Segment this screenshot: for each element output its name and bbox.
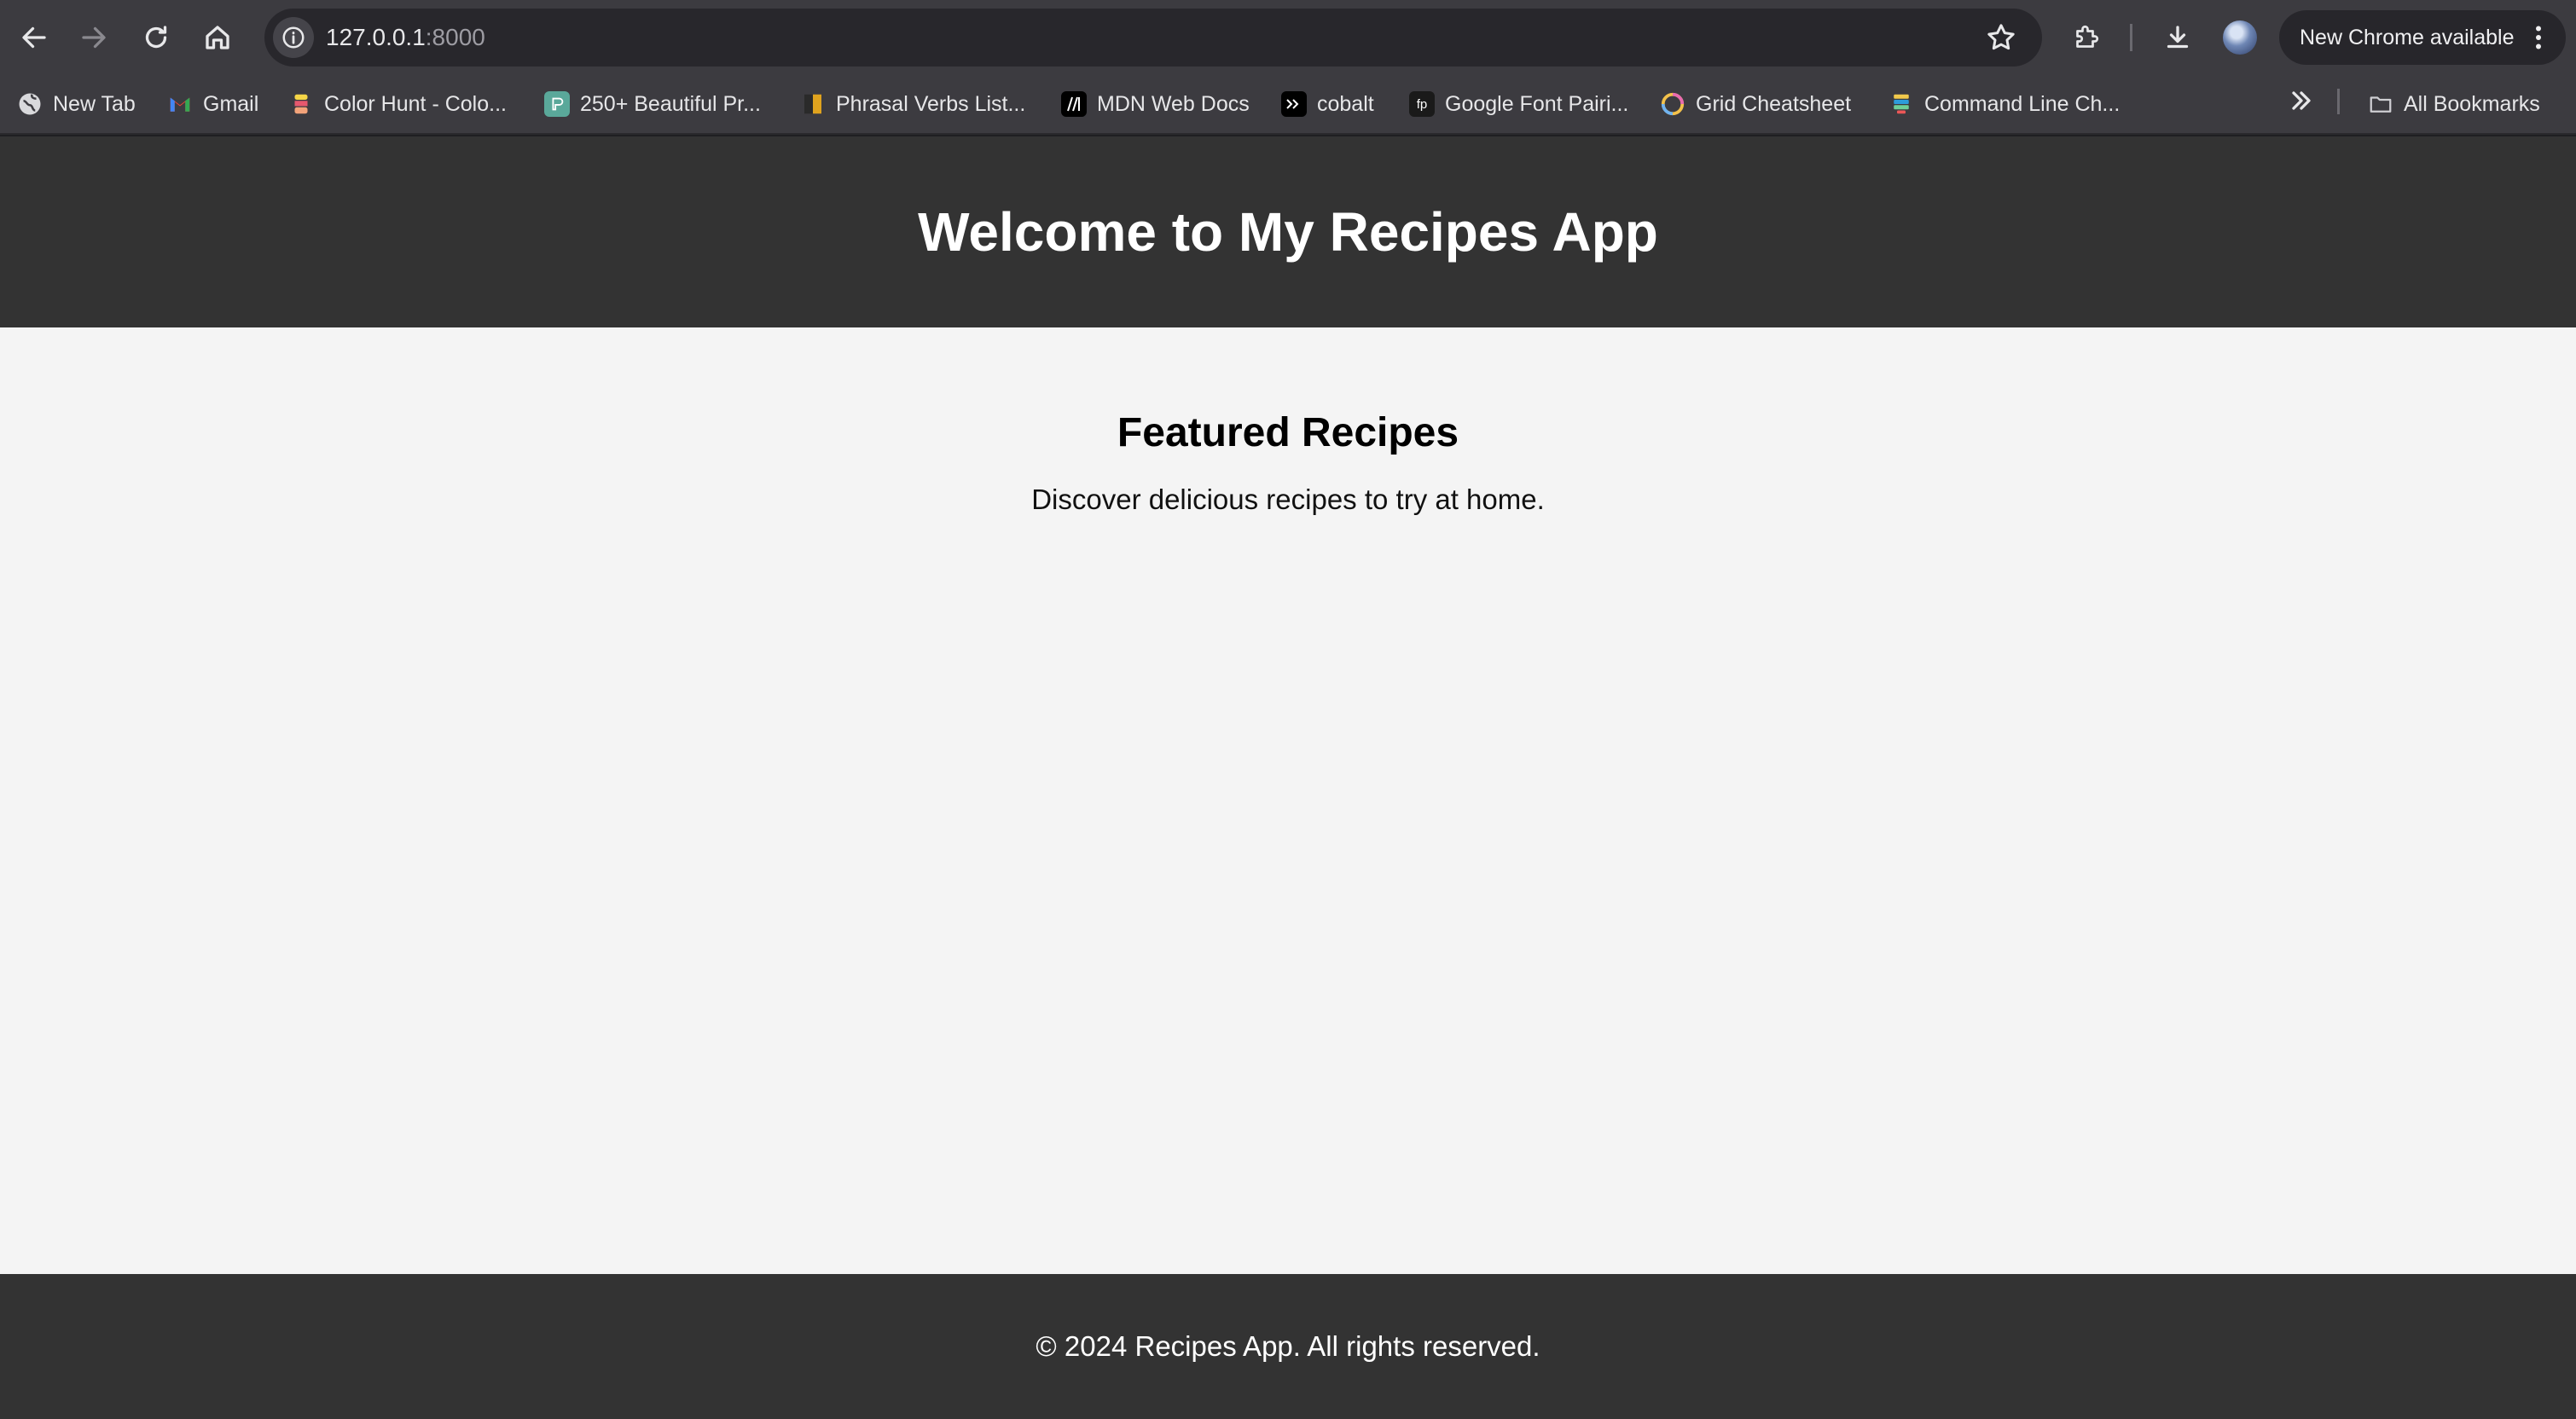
site-header: Welcome to My Recipes App: [0, 136, 2576, 327]
avatar[interactable]: [2223, 20, 2257, 55]
url-host: 127.0.0.1: [326, 24, 426, 50]
featured-description: Discover delicious recipes to try at hom…: [1031, 484, 1545, 515]
featured-section: Featured Recipes Discover delicious reci…: [0, 409, 2576, 516]
bookmark-cobalt[interactable]: cobalt: [1281, 89, 1374, 119]
fontpair-icon: fp: [1409, 91, 1435, 117]
mdn-icon: [1061, 91, 1087, 117]
extensions-button[interactable]: [2066, 17, 2107, 58]
info-icon: [282, 26, 305, 49]
bookmark-gmail[interactable]: Gmail: [167, 89, 258, 119]
arrow-left-icon: [22, 26, 46, 49]
bookmark-label: 250+ Beautiful Pr...: [580, 91, 761, 116]
forward-button[interactable]: [70, 14, 118, 61]
arrow-right-icon: [82, 26, 106, 49]
featured-heading: Featured Recipes: [1117, 410, 1459, 455]
page-viewport: Welcome to My Recipes App Featured Recip…: [0, 136, 2576, 1419]
reload-button[interactable]: [132, 14, 180, 61]
bookmark-label: Color Hunt - Colo...: [324, 91, 507, 116]
bookmark-label: MDN Web Docs: [1097, 91, 1250, 116]
toolbar-divider: [2130, 24, 2132, 51]
bookmark-label: Grid Cheatsheet: [1696, 91, 1852, 116]
palette-icon: [544, 91, 570, 117]
folder-icon: [2368, 91, 2393, 117]
all-bookmarks-button[interactable]: All Bookmarks: [2368, 89, 2540, 119]
browser-toolbar: 127.0.0.1:8000 New Chrome available: [0, 0, 2576, 75]
downloads-button[interactable]: [2157, 17, 2198, 58]
bookmark-250-beautiful[interactable]: 250+ Beautiful Pr...: [544, 89, 761, 119]
bookmark-color-hunt[interactable]: Color Hunt - Colo...: [288, 89, 507, 119]
home-button[interactable]: [194, 14, 241, 61]
page-title: Welcome to My Recipes App: [918, 201, 1658, 263]
gmail-icon: [167, 91, 193, 117]
colorhunt-icon: [288, 91, 314, 117]
new-chrome-available-button[interactable]: New Chrome available: [2279, 10, 2566, 65]
bookmark-label: Google Font Pairi...: [1445, 91, 1629, 116]
bookmark-label: New Tab: [53, 91, 136, 116]
reload-icon: [145, 26, 167, 49]
star-icon[interactable]: [1984, 20, 2018, 55]
bookmark-label: Command Line Ch...: [1924, 91, 2121, 116]
download-icon: [2167, 26, 2189, 49]
bookmarks-divider: [2337, 89, 2340, 114]
book-icon: [800, 91, 826, 117]
bookmark-label: Gmail: [203, 91, 259, 116]
globe-icon: [17, 91, 43, 117]
all-bookmarks-label: All Bookmarks: [2404, 91, 2540, 116]
update-label: New Chrome available: [2300, 26, 2515, 49]
url-port: :8000: [425, 24, 485, 50]
bookmark-phrasal-verbs[interactable]: Phrasal Verbs List...: [800, 89, 1025, 119]
site-footer: © 2024 Recipes App. All rights reserved.: [0, 1274, 2576, 1419]
ring-icon: [1660, 91, 1685, 117]
bookmark-grid-cheatsheet[interactable]: Grid Cheatsheet: [1660, 89, 1851, 119]
footer-copyright: © 2024 Recipes App. All rights reserved.: [1036, 1330, 1540, 1362]
address-bar[interactable]: 127.0.0.1:8000: [264, 9, 2042, 67]
browser-window: 127.0.0.1:8000 New Chrome available New …: [0, 0, 2576, 1419]
cli-icon: [1888, 91, 1914, 117]
back-button[interactable]: [10, 14, 58, 61]
terminal-icon: [1281, 91, 1307, 117]
site-info-button[interactable]: [273, 17, 314, 58]
bookmarks-bar: New Tab Gmail Color Hunt - Colo... 250+ …: [0, 75, 2576, 135]
bookmark-new-tab[interactable]: New Tab: [17, 89, 136, 119]
bookmark-label: cobalt: [1317, 91, 1374, 116]
puzzle-icon: [2076, 25, 2099, 48]
kebab-menu-icon[interactable]: [2523, 22, 2554, 53]
bookmark-mdn[interactable]: MDN Web Docs: [1061, 89, 1250, 119]
chevron-double-right-icon[interactable]: [2286, 85, 2317, 116]
home-icon: [206, 26, 229, 49]
bookmark-google-font-pairing[interactable]: fp Google Font Pairi...: [1409, 89, 1628, 119]
bookmark-command-line[interactable]: Command Line Ch...: [1888, 89, 2120, 119]
url-text[interactable]: 127.0.0.1:8000: [326, 9, 485, 67]
bookmark-label: Phrasal Verbs List...: [836, 91, 1026, 116]
